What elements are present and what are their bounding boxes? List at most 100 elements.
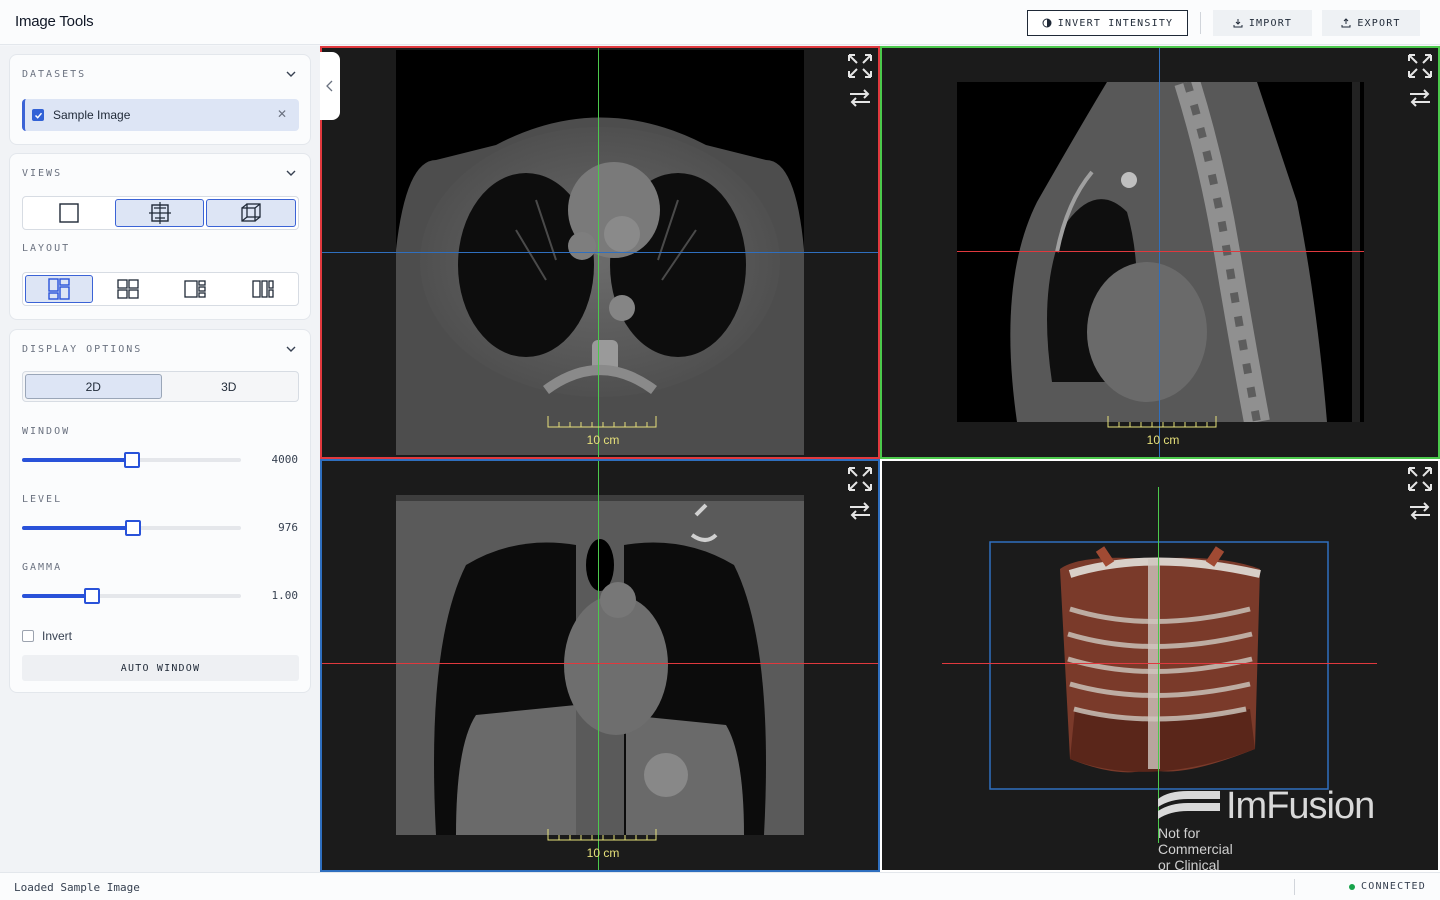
layout-2-button[interactable] xyxy=(95,275,161,303)
datasets-title: DATASETS xyxy=(22,69,87,80)
chevron-down-icon[interactable] xyxy=(284,166,298,180)
crosshair-vertical[interactable] xyxy=(1159,46,1160,459)
layout-2-icon xyxy=(116,279,139,299)
auto-window-button[interactable]: AUTO WINDOW xyxy=(22,655,299,681)
level-label: LEVEL xyxy=(22,494,63,505)
invert-intensity-button[interactable]: INVERT INTENSITY xyxy=(1027,10,1188,36)
maximize-icon[interactable] xyxy=(1406,52,1434,80)
viewport-grid: 10 cm 10 cm 10 cm ImFusion Not for Comme… xyxy=(320,46,1440,872)
collapse-sidebar-button[interactable] xyxy=(320,52,340,120)
coronal-viewport[interactable]: 10 cm xyxy=(320,459,880,872)
swap-icon[interactable] xyxy=(1406,497,1434,525)
status-bar: Loaded Sample Image CONNECTED xyxy=(0,872,1440,900)
views-title: VIEWS xyxy=(22,168,63,179)
viewport-controls xyxy=(846,52,874,112)
connection-dot-icon xyxy=(1349,883,1355,890)
app-title: Image Tools xyxy=(15,13,94,30)
window-label: WINDOW xyxy=(22,426,71,437)
window-value: 4000 xyxy=(271,453,299,466)
display-options-title: DISPLAY OPTIONS xyxy=(22,344,143,355)
single-view-icon xyxy=(59,203,79,223)
slider-fill xyxy=(22,594,92,598)
scale-label: 10 cm xyxy=(1146,433,1180,447)
viewport-controls xyxy=(1406,52,1434,112)
coronal-ct-slice xyxy=(396,495,804,835)
crosshair-horizontal[interactable] xyxy=(320,252,880,253)
sagittal-ct-slice xyxy=(957,78,1364,425)
sagittal-viewport[interactable]: 10 cm xyxy=(880,46,1440,459)
view-crosshair-button[interactable] xyxy=(114,199,205,227)
dataset-checkbox[interactable] xyxy=(32,109,44,121)
invert-icon xyxy=(1042,18,1052,28)
layout-1-button[interactable] xyxy=(25,275,93,303)
check-icon xyxy=(34,112,42,119)
swap-icon[interactable] xyxy=(1406,84,1434,112)
render-mode-selector: 2D 3D xyxy=(22,371,299,402)
scale-bar xyxy=(547,416,657,428)
import-icon xyxy=(1233,19,1243,28)
layout-selector xyxy=(22,272,299,306)
volume-3d-viewport[interactable]: ImFusion Not for Commercial or Clinical … xyxy=(880,459,1440,872)
view-single-button[interactable] xyxy=(25,199,113,227)
swap-icon[interactable] xyxy=(846,84,874,112)
export-icon xyxy=(1341,18,1351,28)
level-slider[interactable] xyxy=(22,520,241,536)
crosshair-view-icon xyxy=(148,202,171,224)
axial-viewport[interactable]: 10 cm xyxy=(320,46,880,459)
scale-label: 10 cm xyxy=(586,846,620,860)
chevron-left-icon xyxy=(326,80,333,92)
maximize-icon[interactable] xyxy=(1406,465,1434,493)
import-button[interactable]: IMPORT xyxy=(1213,10,1312,36)
connection-label: CONNECTED xyxy=(1361,881,1426,892)
invert-checkbox-row[interactable]: Invert xyxy=(22,629,72,643)
import-label: IMPORT xyxy=(1248,17,1293,29)
gamma-value: 1.00 xyxy=(271,589,299,602)
export-button[interactable]: EXPORT xyxy=(1322,10,1420,36)
close-icon[interactable]: ✕ xyxy=(277,107,287,121)
mode-3d-button[interactable]: 3D xyxy=(162,374,297,399)
viewport-controls xyxy=(846,465,874,525)
chevron-down-icon[interactable] xyxy=(284,67,298,81)
watermark-logo-text: ImFusion xyxy=(1226,785,1375,827)
dataset-label: Sample Image xyxy=(53,108,131,122)
header-divider xyxy=(1200,12,1201,34)
slider-fill xyxy=(22,458,132,462)
sidebar: DATASETS Sample Image ✕ VIEWS LAYOUT DIS… xyxy=(0,46,320,872)
status-message: Loaded Sample Image xyxy=(14,881,140,894)
layout-3-button[interactable] xyxy=(163,275,229,303)
layout-4-button[interactable] xyxy=(230,275,296,303)
gamma-label: GAMMA xyxy=(22,562,63,573)
crosshair-horizontal[interactable] xyxy=(320,663,880,664)
level-value: 976 xyxy=(278,521,298,534)
views-panel: VIEWS LAYOUT xyxy=(9,153,311,320)
views-selector xyxy=(22,196,299,230)
top-bar: Image Tools INVERT INTENSITY IMPORT EXPO… xyxy=(0,0,1440,45)
status-divider xyxy=(1294,879,1295,895)
slider-fill xyxy=(22,526,133,530)
scale-bar xyxy=(547,829,657,841)
maximize-icon[interactable] xyxy=(846,465,874,493)
slider-thumb[interactable] xyxy=(125,520,141,536)
view-3d-button[interactable] xyxy=(206,199,297,227)
datasets-panel: DATASETS Sample Image ✕ xyxy=(9,54,311,145)
dataset-item[interactable]: Sample Image ✕ xyxy=(22,99,299,131)
crosshair-horizontal[interactable] xyxy=(942,663,1377,664)
slider-thumb[interactable] xyxy=(124,452,140,468)
chevron-down-icon[interactable] xyxy=(284,342,298,356)
3d-cube-view-icon xyxy=(241,203,261,222)
slider-thumb[interactable] xyxy=(84,588,100,604)
window-slider[interactable] xyxy=(22,452,241,468)
layout-4-icon xyxy=(252,280,274,298)
mode-2d-button[interactable]: 2D xyxy=(25,374,162,399)
invert-label: Invert xyxy=(42,629,73,643)
layout-title: LAYOUT xyxy=(22,243,71,254)
watermark-note: Not for Commercial or Clinical Use xyxy=(1158,825,1233,872)
invert-checkbox[interactable] xyxy=(22,630,34,642)
gamma-slider[interactable] xyxy=(22,588,241,604)
maximize-icon[interactable] xyxy=(846,52,874,80)
crosshair-vertical[interactable] xyxy=(598,459,599,872)
crosshair-horizontal[interactable] xyxy=(957,251,1364,252)
viewport-controls xyxy=(1406,465,1434,525)
export-label: EXPORT xyxy=(1357,17,1401,29)
swap-icon[interactable] xyxy=(846,497,874,525)
